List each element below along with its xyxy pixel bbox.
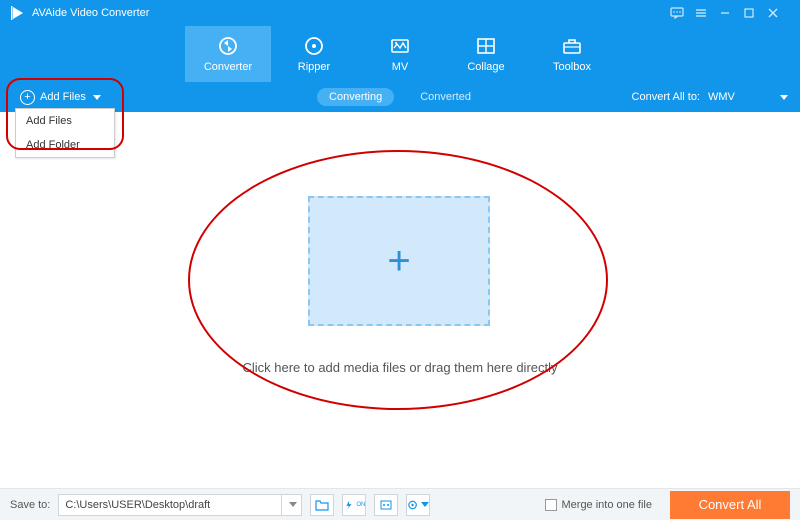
tab-label: MV: [392, 61, 409, 73]
format-value: WMV: [708, 91, 735, 103]
tab-label: Converter: [204, 61, 252, 73]
format-dropdown[interactable]: WMV: [708, 91, 788, 103]
secondary-bar: + Add Files Converting Converted Convert…: [0, 82, 800, 112]
mv-icon: [389, 35, 411, 57]
tab-label: Collage: [467, 61, 504, 73]
maximize-icon[interactable]: [742, 6, 766, 20]
high-speed-button[interactable]: [374, 494, 398, 516]
path-dropdown[interactable]: [281, 495, 301, 515]
add-files-label: Add Files: [40, 91, 86, 103]
main-area: + Click here to add media files or drag …: [0, 112, 800, 488]
tab-ripper[interactable]: Ripper: [271, 26, 357, 82]
tab-converting[interactable]: Converting: [317, 88, 394, 106]
main-toolbar: Converter Ripper MV Collage Toolbox: [0, 26, 800, 82]
save-path: C:\Users\USER\Desktop\draft: [59, 499, 281, 511]
converter-icon: [217, 35, 239, 57]
merge-checkbox[interactable]: Merge into one file: [545, 499, 653, 511]
plus-circle-icon: +: [20, 90, 35, 105]
plus-icon: +: [387, 239, 410, 284]
settings-button[interactable]: [406, 494, 430, 516]
tab-converter[interactable]: Converter: [185, 26, 271, 82]
app-title: AVAide Video Converter: [32, 7, 670, 19]
caret-down-icon: [289, 502, 297, 507]
dropzone-hint: Click here to add media files or drag th…: [0, 360, 800, 375]
minimize-icon[interactable]: [718, 6, 742, 20]
toolbox-icon: [561, 35, 583, 57]
app-logo-icon: [10, 5, 26, 21]
bottom-bar: Save to: C:\Users\USER\Desktop\draft ON …: [0, 488, 800, 520]
close-icon[interactable]: [766, 6, 790, 20]
convert-all-label: Convert All to:: [632, 91, 700, 103]
titlebar: AVAide Video Converter: [0, 0, 800, 26]
tab-label: Toolbox: [553, 61, 591, 73]
caret-down-icon: [780, 95, 788, 100]
convert-all-button[interactable]: Convert All: [670, 491, 790, 519]
add-files-dropdown: Add Files Add Folder: [15, 108, 115, 158]
add-media-dropzone[interactable]: +: [308, 196, 490, 326]
convert-all-selector: Convert All to: WMV: [632, 91, 788, 103]
save-path-box: C:\Users\USER\Desktop\draft: [58, 494, 302, 516]
feedback-icon[interactable]: [670, 6, 694, 20]
tab-mv[interactable]: MV: [357, 26, 443, 82]
menu-icon[interactable]: [694, 6, 718, 20]
add-files-button[interactable]: + Add Files: [12, 90, 109, 105]
open-folder-button[interactable]: [310, 494, 334, 516]
collage-icon: [475, 35, 497, 57]
tab-toolbox[interactable]: Toolbox: [529, 26, 615, 82]
status-tabs: Converting Converted: [317, 88, 483, 106]
ripper-icon: [303, 35, 325, 57]
tab-converted[interactable]: Converted: [408, 88, 483, 106]
dropdown-add-files[interactable]: Add Files: [16, 109, 114, 133]
dropdown-add-folder[interactable]: Add Folder: [16, 133, 114, 157]
merge-label: Merge into one file: [562, 499, 653, 511]
caret-down-icon: [421, 502, 429, 507]
tab-collage[interactable]: Collage: [443, 26, 529, 82]
save-to-label: Save to:: [10, 499, 50, 511]
hardware-accel-button[interactable]: ON: [342, 494, 366, 516]
tab-label: Ripper: [298, 61, 330, 73]
checkbox-icon: [545, 499, 557, 511]
caret-down-icon: [93, 95, 101, 100]
